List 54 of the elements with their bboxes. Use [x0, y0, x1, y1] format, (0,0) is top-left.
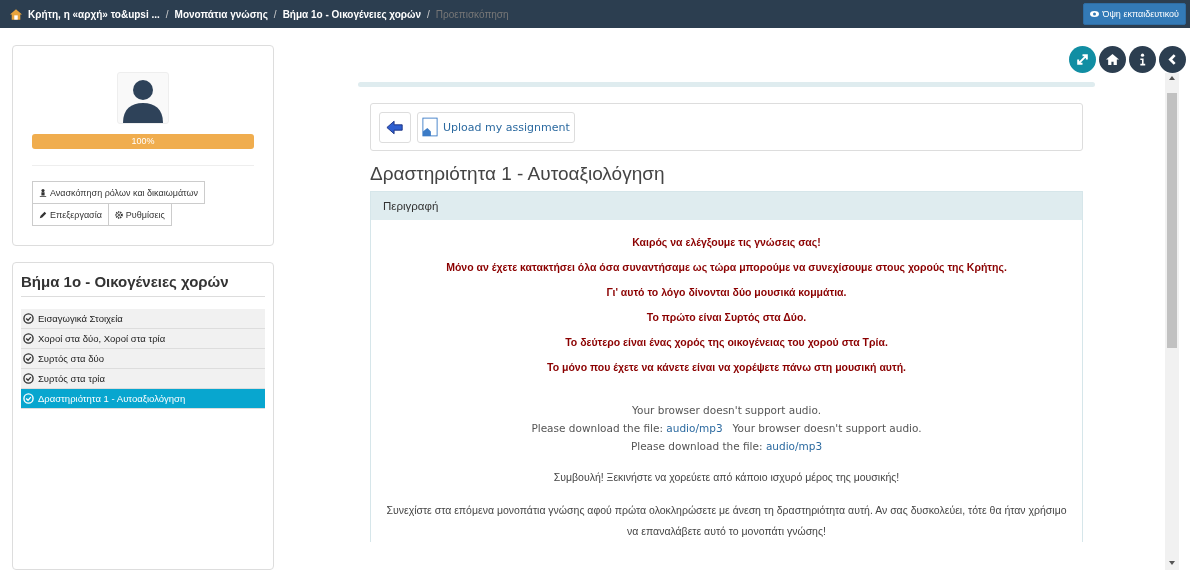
highlight-text: Το δεύτερο είναι ένας χορός της οικογένειας του χορού στα Τρία. [564, 336, 889, 348]
profile-button[interactable]: Ρυθμίσεις [107, 203, 172, 226]
gear-icon [114, 210, 123, 219]
expand-icon[interactable] [1069, 46, 1096, 73]
download-link[interactable]: audio/mp3 [765, 440, 823, 452]
profile-button[interactable]: Ανασκόπηση ρόλων και δικαιωμάτων [32, 181, 206, 204]
person-icon [39, 188, 47, 197]
highlight-text: Το μόνο που έχετε να κάνετε είναι να χορέψετε πάνω στη μουσική αυτή. [546, 361, 907, 373]
sidebar-item[interactable]: Συρτός στα δύο [21, 348, 265, 369]
sidebar-item-label: Συρτός στα δύο [38, 352, 104, 364]
sidebar-item[interactable]: Εισαγωγικά Στοιχεία [21, 308, 265, 329]
sidebar-item[interactable]: Συρτός στα τρία [21, 368, 265, 389]
sidebar-item-label: Χοροί στα δύο, Χοροί στα τρία [38, 332, 166, 344]
tip-text: Συμβουλή! Ξεκινήστε να χορεύετε από κάποιο ισχυρό μέρος της μουσικής! [552, 470, 901, 485]
teacher-view-button[interactable]: Όψη εκπαιδευτικού [1083, 3, 1186, 25]
highlight-text: Καιρός να ελέγξουμε τις γνώσεις σας! [631, 236, 822, 248]
highlight-text: Το πρώτο είναι Συρτός στα Δύο. [645, 311, 808, 323]
download-text: Please download the file: [630, 440, 763, 452]
sidebar-item[interactable]: Χοροί στα δύο, Χοροί στα τρία [21, 328, 265, 349]
sidebar-item-label: Δραστηριότητα 1 - Αυτοαξιολόγηση [38, 392, 186, 404]
download-text: Please download the file: [531, 422, 663, 434]
sidebar-title: Βήμα 1ο - Οικογένειες χορών [21, 262, 265, 297]
scroll-down-icon[interactable] [1169, 561, 1175, 565]
scroll-up-icon[interactable] [1169, 76, 1175, 80]
breadcrumb-link[interactable]: Κρήτη, η «αρχή» το&upsi ... [28, 8, 160, 20]
profile-button[interactable]: Επεξεργασία [32, 203, 109, 226]
sidebar-item-label: Συρτός στα τρία [38, 372, 105, 384]
arrow-left-icon [386, 119, 404, 135]
breadcrumb-link[interactable]: Βήμα 1ο - Οικογένειες χορών [282, 8, 422, 20]
highlight-text: Γι' αυτό το λόγο δίνονται δύο μουσικά κομμάτια. [605, 286, 848, 298]
home-icon [10, 8, 22, 20]
breadcrumb-separator: / [427, 8, 430, 20]
note-text: Συνεχίστε στα επόμενα μονοπάτια γνώσης αφού πρώτα ολοκληρώσετε με άνεση τη δραστηριότητα αυτή. Αν σας δυσκολεύει, τότε θα ήταν χρήσιμο να επαναλάβετε αυτό το μονοπάτι γνώσης! [385, 503, 1068, 539]
scrollbar[interactable] [1165, 73, 1179, 570]
upload-button[interactable]: Upload my assignment [417, 111, 575, 143]
breadcrumb-link[interactable]: Μονοπάτια γνώσης [174, 8, 268, 20]
info-icon[interactable] [1129, 46, 1156, 73]
audio-message: Your browser doesn't support audio. [632, 404, 821, 416]
breadcrumb-separator: / [165, 8, 169, 20]
sidebar-item-label: Εισαγωγικά Στοιχεία [38, 312, 123, 324]
highlight-text: Μόνο αν έχετε κατακτήσει όλα όσα συναντήσαμε ως τώρα μπορούμε να συνεχίσουμε στους χορούς της Κρήτης. [445, 261, 1008, 273]
document-icon [422, 116, 438, 138]
activity-title: Δραστηριότητα 1 - Αυτοαξιολόγηση [370, 163, 666, 185]
breadcrumb-separator: / [273, 8, 277, 20]
home-icon[interactable] [1099, 46, 1126, 73]
download-link[interactable]: audio/mp3 [666, 422, 723, 434]
panel-heading: Περιγραφή [371, 192, 1082, 220]
progress-label: 100% [130, 136, 156, 146]
pencil-icon [39, 210, 47, 219]
avatar-icon [117, 72, 169, 124]
audio-message: Your browser doesn't support audio. [732, 422, 922, 434]
back-icon[interactable] [1159, 46, 1186, 73]
eye-icon [1090, 11, 1100, 17]
back-arrow-button[interactable] [379, 111, 411, 143]
